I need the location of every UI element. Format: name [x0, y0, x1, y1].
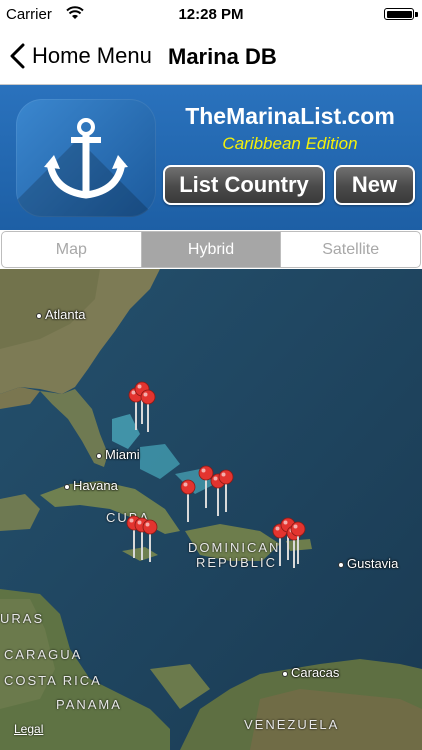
anchor-icon: [44, 118, 128, 199]
segment-hybrid[interactable]: Hybrid: [141, 232, 282, 267]
app-logo: [16, 99, 156, 217]
map-pin[interactable]: [140, 389, 156, 433]
map-view[interactable]: Atlanta Miami Havana Gustavia Caracas CU…: [0, 269, 422, 750]
map-pin[interactable]: [218, 469, 234, 513]
city-label: Caracas: [282, 665, 339, 680]
city-label: Miami: [96, 447, 140, 462]
clock: 12:28 PM: [178, 6, 244, 23]
city-label: Gustavia: [338, 556, 398, 571]
map-type-segmented-control: Map Hybrid Satellite: [1, 231, 421, 268]
region-label: PANAMA: [56, 697, 122, 712]
brand-title: TheMarinaList.com: [185, 103, 395, 129]
list-country-button[interactable]: List Country: [163, 165, 325, 205]
region-label: URAS: [0, 611, 45, 626]
navigation-bar: Home Menu Marina DB: [0, 28, 422, 85]
city-label: Havana: [64, 478, 118, 493]
segment-satellite[interactable]: Satellite: [281, 232, 420, 267]
map-pin[interactable]: [290, 521, 306, 565]
edition-subtitle: Caribbean Edition: [222, 134, 358, 153]
header-banner: TheMarinaList.com Caribbean Edition List…: [0, 85, 422, 230]
back-button[interactable]: Home Menu: [8, 40, 152, 72]
legal-link[interactable]: Legal: [14, 722, 43, 736]
region-label: CARAGUA: [4, 647, 83, 662]
region-label: VENEZUELA: [244, 717, 340, 732]
map-pin[interactable]: [142, 519, 158, 563]
chevron-left-icon: [10, 43, 25, 69]
battery-icon: [384, 8, 418, 20]
page-title: Marina DB: [168, 44, 277, 69]
new-button[interactable]: New: [334, 165, 415, 205]
status-bar: Carrier 12:28 PM: [0, 0, 422, 28]
region-label: COSTA RICA: [4, 673, 102, 688]
city-label: Atlanta: [36, 307, 85, 322]
map-pin[interactable]: [180, 479, 196, 523]
region-label: REPUBLIC: [196, 555, 278, 570]
back-label: Home Menu: [32, 43, 152, 68]
segment-map[interactable]: Map: [2, 232, 142, 267]
region-label: DOMINICAN: [188, 540, 281, 555]
